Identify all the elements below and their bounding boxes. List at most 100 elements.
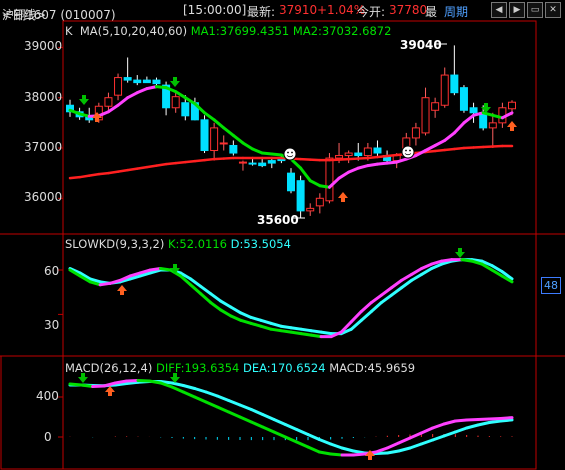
kd-k-line	[299, 332, 313, 337]
kd-k-line	[158, 267, 172, 272]
macd-dea-line	[204, 390, 219, 398]
kd-d-line	[289, 326, 303, 331]
quote-header: 沪铜1607 (010007) <日线> [15:00:00] 最新: 37910…	[0, 0, 565, 22]
macd-diff-line	[385, 441, 401, 450]
macd-left-frame	[0, 355, 64, 470]
candle-body	[488, 122, 497, 129]
kd-k-line	[219, 308, 233, 318]
ma-long-line	[78, 174, 91, 179]
smiley-eye	[287, 151, 289, 154]
kd-k-line	[229, 314, 243, 322]
buy-arrow-icon	[105, 386, 115, 396]
ma-short-line	[68, 108, 82, 116]
macd-diff-line	[408, 431, 423, 440]
macd-dea-line	[170, 381, 185, 387]
macd-diff-line	[249, 420, 265, 429]
sell-arrow-icon	[455, 248, 465, 258]
macd-dea-line	[306, 433, 321, 441]
candle-body	[459, 87, 468, 111]
candle-body	[315, 197, 324, 207]
signal-markers	[78, 43, 517, 460]
zoom-icon[interactable]: ▭	[527, 2, 543, 18]
macd-dea-line	[261, 413, 276, 421]
kd-k-line	[309, 333, 323, 339]
smiley-eye	[405, 149, 407, 152]
kd-d-line	[379, 293, 393, 305]
ma-short-line	[222, 126, 235, 137]
ma-long-line	[337, 157, 350, 161]
buy-arrow-icon	[507, 121, 517, 131]
ma-short-line	[212, 118, 226, 130]
ma-short-line	[135, 87, 149, 95]
prev-icon[interactable]: ◀	[491, 2, 507, 18]
smiley-eye	[291, 151, 293, 154]
macd-dea-line	[215, 394, 231, 402]
candle-body	[344, 152, 353, 157]
macd-dea-line	[295, 428, 310, 436]
macd-dea-line	[442, 430, 457, 438]
candle-body	[287, 172, 295, 192]
macd-diff-line	[204, 400, 219, 409]
kd-d-line	[259, 318, 273, 325]
macd-diff-line	[215, 405, 231, 414]
close-icon[interactable]: ✕	[545, 2, 561, 18]
macd-dea-line	[317, 438, 333, 446]
macd-diff-line	[125, 379, 140, 383]
smiley-icon	[401, 145, 415, 159]
candle-body	[296, 180, 305, 212]
candle-body	[335, 155, 344, 159]
kd-d-line	[219, 299, 233, 309]
macd-dea-line	[272, 418, 287, 426]
macd-diff-line	[499, 416, 514, 420]
macd-diff-line	[181, 390, 197, 399]
ma-short-line	[337, 170, 351, 180]
kd-k-line	[269, 327, 283, 333]
macd-dea-line	[408, 442, 423, 450]
macd-dea-line	[374, 451, 389, 455]
candle-body	[431, 102, 440, 111]
ma-long-line	[222, 156, 235, 160]
macd-diff-line	[113, 379, 129, 385]
kd-d-line	[229, 305, 243, 315]
macd-diff-line	[419, 426, 435, 435]
ma-long-line	[462, 146, 475, 150]
kd-k-line	[379, 286, 393, 297]
macd-diff-line	[453, 418, 469, 423]
candle-body	[133, 79, 142, 84]
kd-k-line	[460, 258, 474, 263]
buy-arrow-icon	[117, 285, 127, 295]
macd-diff-line	[238, 415, 253, 424]
macd-dea-line	[181, 384, 197, 390]
ma-short-line	[289, 157, 303, 170]
kd-d-line	[359, 309, 373, 322]
candle-body	[373, 147, 382, 154]
candle-body	[171, 96, 180, 109]
macd-dea-line	[431, 434, 446, 442]
ma-long-line	[299, 157, 312, 161]
kd-d-line	[369, 301, 383, 313]
next-icon[interactable]: ▶	[509, 2, 525, 18]
period-link[interactable]: 周期	[444, 3, 468, 20]
ma-short-line	[116, 96, 130, 107]
latest-value: 37910	[279, 3, 318, 17]
candle-body	[363, 147, 372, 157]
kd-d-line	[239, 311, 253, 319]
ma-short-line	[299, 166, 312, 183]
candle-body	[229, 144, 238, 154]
macd-diff-line	[272, 430, 287, 439]
ma-long-line	[126, 167, 139, 172]
candle-body	[210, 127, 219, 152]
macd-diff-line	[374, 446, 389, 454]
macd-diff-line	[487, 417, 503, 421]
kd-d-line	[319, 330, 333, 336]
macd-dea-line	[499, 418, 514, 423]
macd-diff-line	[465, 418, 480, 422]
candle-body	[238, 161, 247, 164]
macd-dea-line	[193, 387, 208, 394]
ma-long-line	[193, 158, 206, 163]
candle-body	[421, 97, 430, 134]
ma-long-line	[116, 168, 129, 173]
macd-dea-line	[397, 446, 412, 453]
macd-diff-line	[442, 419, 457, 426]
macd-diff-line	[329, 452, 344, 457]
